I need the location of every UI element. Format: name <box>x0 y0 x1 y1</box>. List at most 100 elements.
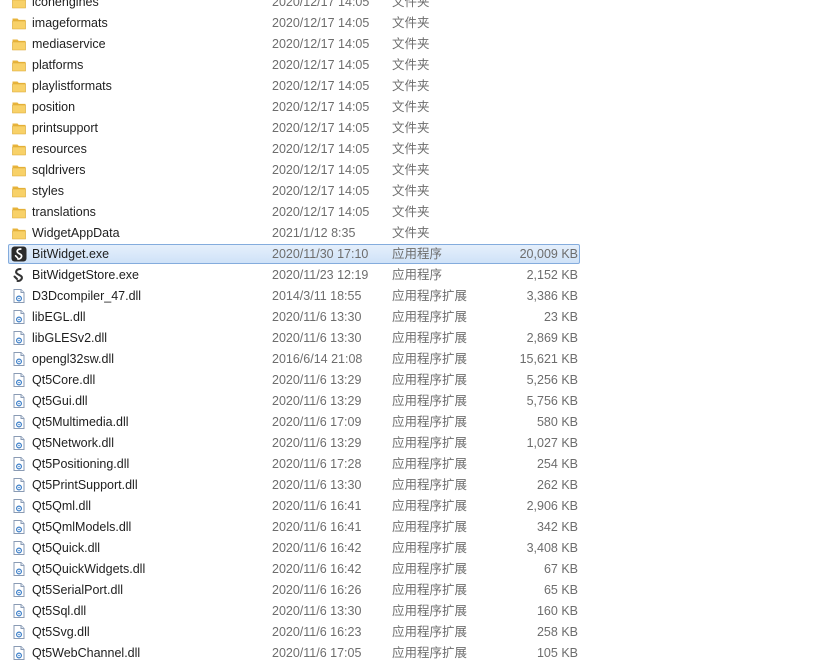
file-row[interactable]: Qt5SerialPort.dll 2020/11/6 16:26 应用程序扩展… <box>0 580 832 601</box>
file-type: 应用程序扩展 <box>392 310 468 324</box>
file-name: Qt5Positioning.dll <box>32 457 130 471</box>
dll-file-icon <box>11 645 27 661</box>
file-date-modified: 2020/12/17 14:05 <box>272 0 370 9</box>
file-row[interactable]: Qt5Qml.dll 2020/11/6 16:41 应用程序扩展 2,906 … <box>0 496 832 517</box>
file-type: 应用程序扩展 <box>392 289 468 303</box>
file-row[interactable]: sqldrivers 2020/12/17 14:05 文件夹 <box>0 160 832 181</box>
file-date-modified: 2020/11/6 16:41 <box>272 499 362 513</box>
file-row[interactable]: opengl32sw.dll 2016/6/14 21:08 应用程序扩展 15… <box>0 349 832 370</box>
file-size: 160 KB <box>536 604 578 618</box>
file-size: 5,756 KB <box>526 394 578 408</box>
folder-icon <box>11 225 27 241</box>
file-size: 342 KB <box>536 520 578 534</box>
folder-icon <box>11 183 27 199</box>
file-type: 应用程序扩展 <box>392 352 468 366</box>
dll-file-icon <box>11 414 27 430</box>
file-type: 应用程序扩展 <box>392 436 468 450</box>
file-date-modified: 2020/11/6 13:30 <box>272 478 362 492</box>
file-row[interactable]: Qt5Quick.dll 2020/11/6 16:42 应用程序扩展 3,40… <box>0 538 832 559</box>
file-row[interactable]: mediaservice 2020/12/17 14:05 文件夹 <box>0 34 832 55</box>
file-name: imageformats <box>32 16 108 30</box>
file-date-modified: 2020/11/6 16:42 <box>272 562 362 576</box>
dll-file-icon <box>11 498 27 514</box>
file-row[interactable]: Qt5Positioning.dll 2020/11/6 17:28 应用程序扩… <box>0 454 832 475</box>
file-row[interactable]: BitWidgetStore.exe 2020/11/23 12:19 应用程序… <box>0 265 832 286</box>
dll-file-icon <box>11 561 27 577</box>
file-date-modified: 2020/11/6 16:23 <box>272 625 362 639</box>
file-date-modified: 2020/12/17 14:05 <box>272 163 370 177</box>
dll-file-icon <box>11 456 27 472</box>
file-row[interactable]: libEGL.dll 2020/11/6 13:30 应用程序扩展 23 KB <box>0 307 832 328</box>
file-type: 应用程序扩展 <box>392 394 468 408</box>
file-type: 文件夹 <box>392 184 430 198</box>
file-date-modified: 2020/12/17 14:05 <box>272 58 370 72</box>
file-date-modified: 2020/11/23 12:19 <box>272 268 369 282</box>
file-size: 262 KB <box>536 478 578 492</box>
file-name: libGLESv2.dll <box>32 331 108 345</box>
app-logo-dark-icon <box>11 246 27 262</box>
file-size: 15,621 KB <box>519 352 578 366</box>
file-name: Qt5Core.dll <box>32 373 96 387</box>
file-size: 5,256 KB <box>526 373 578 387</box>
app-logo-icon <box>11 267 27 283</box>
dll-file-icon <box>11 435 27 451</box>
file-name: libEGL.dll <box>32 310 86 324</box>
folder-icon <box>11 204 27 220</box>
file-type: 应用程序 <box>392 268 443 282</box>
file-row[interactable]: position 2020/12/17 14:05 文件夹 <box>0 97 832 118</box>
folder-icon <box>11 99 27 115</box>
file-type: 应用程序扩展 <box>392 625 468 639</box>
dll-file-icon <box>11 624 27 640</box>
file-date-modified: 2020/12/17 14:05 <box>272 205 370 219</box>
file-type: 应用程序扩展 <box>392 520 468 534</box>
file-size: 254 KB <box>536 457 578 471</box>
file-row[interactable]: Qt5Gui.dll 2020/11/6 13:29 应用程序扩展 5,756 … <box>0 391 832 412</box>
file-row[interactable]: Qt5Svg.dll 2020/11/6 16:23 应用程序扩展 258 KB <box>0 622 832 643</box>
file-type: 应用程序扩展 <box>392 646 468 660</box>
file-row[interactable]: platforms 2020/12/17 14:05 文件夹 <box>0 55 832 76</box>
file-row[interactable]: Qt5WebChannel.dll 2020/11/6 17:05 应用程序扩展… <box>0 643 832 664</box>
file-date-modified: 2020/11/6 13:30 <box>272 331 362 345</box>
dll-file-icon <box>11 372 27 388</box>
file-date-modified: 2020/11/6 16:42 <box>272 541 362 555</box>
folder-icon <box>11 162 27 178</box>
file-row[interactable]: BitWidget.exe 2020/11/30 17:10 应用程序 20,0… <box>0 244 832 265</box>
file-row[interactable]: imageformats 2020/12/17 14:05 文件夹 <box>0 13 832 34</box>
dll-file-icon <box>11 582 27 598</box>
file-date-modified: 2020/11/6 13:29 <box>272 436 362 450</box>
file-type: 文件夹 <box>392 0 430 9</box>
file-date-modified: 2020/11/6 17:09 <box>272 415 362 429</box>
file-type: 应用程序扩展 <box>392 457 468 471</box>
file-row[interactable]: printsupport 2020/12/17 14:05 文件夹 <box>0 118 832 139</box>
file-date-modified: 2020/11/6 13:29 <box>272 394 362 408</box>
file-row[interactable]: libGLESv2.dll 2020/11/6 13:30 应用程序扩展 2,8… <box>0 328 832 349</box>
folder-icon <box>11 57 27 73</box>
file-size: 23 KB <box>543 310 578 324</box>
file-row[interactable]: Qt5QuickWidgets.dll 2020/11/6 16:42 应用程序… <box>0 559 832 580</box>
file-row[interactable]: translations 2020/12/17 14:05 文件夹 <box>0 202 832 223</box>
file-name: Qt5Quick.dll <box>32 541 101 555</box>
file-row[interactable]: Qt5QmlModels.dll 2020/11/6 16:41 应用程序扩展 … <box>0 517 832 538</box>
file-row[interactable]: resources 2020/12/17 14:05 文件夹 <box>0 139 832 160</box>
file-row[interactable]: playlistformats 2020/12/17 14:05 文件夹 <box>0 76 832 97</box>
file-size: 2,152 KB <box>526 268 578 282</box>
file-type: 应用程序扩展 <box>392 415 468 429</box>
file-row[interactable]: WidgetAppData 2021/1/12 8:35 文件夹 <box>0 223 832 244</box>
dll-file-icon <box>11 393 27 409</box>
file-row[interactable]: D3Dcompiler_47.dll 2014/3/11 18:55 应用程序扩… <box>0 286 832 307</box>
file-row[interactable]: iconengines 2020/12/17 14:05 文件夹 <box>0 0 832 13</box>
file-row[interactable]: Qt5Multimedia.dll 2020/11/6 17:09 应用程序扩展… <box>0 412 832 433</box>
file-row[interactable]: styles 2020/12/17 14:05 文件夹 <box>0 181 832 202</box>
file-list: iconengines 2020/12/17 14:05 文件夹 imagefo… <box>0 0 832 664</box>
file-date-modified: 2020/11/6 16:41 <box>272 520 362 534</box>
file-row[interactable]: Qt5Core.dll 2020/11/6 13:29 应用程序扩展 5,256… <box>0 370 832 391</box>
file-type: 文件夹 <box>392 142 430 156</box>
file-name: BitWidget.exe <box>32 247 110 261</box>
file-row[interactable]: Qt5Network.dll 2020/11/6 13:29 应用程序扩展 1,… <box>0 433 832 454</box>
file-name: WidgetAppData <box>32 226 120 240</box>
file-row[interactable]: Qt5Sql.dll 2020/11/6 13:30 应用程序扩展 160 KB <box>0 601 832 622</box>
folder-icon <box>11 0 27 10</box>
file-date-modified: 2020/12/17 14:05 <box>272 184 370 198</box>
file-row[interactable]: Qt5PrintSupport.dll 2020/11/6 13:30 应用程序… <box>0 475 832 496</box>
folder-icon <box>11 78 27 94</box>
